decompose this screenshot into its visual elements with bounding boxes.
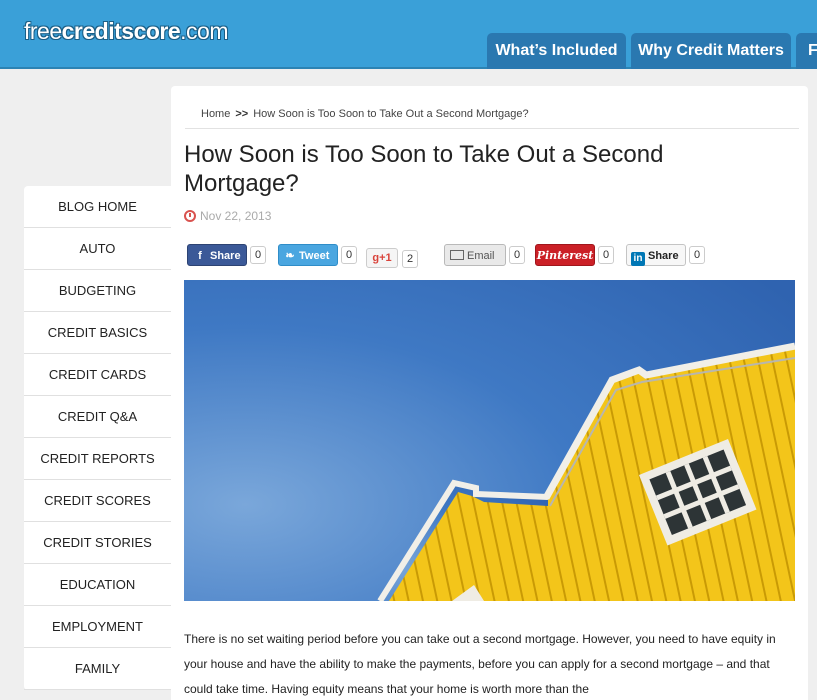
article-hero-image	[184, 280, 795, 601]
facebook-share-button[interactable]: f Share	[187, 244, 247, 266]
facebook-share-label: Share	[210, 250, 241, 262]
email-share-button[interactable]: Email	[444, 244, 506, 266]
sidebar-item-credit-cards[interactable]: CREDIT CARDS	[24, 354, 171, 396]
article-body: There is no set waiting period before yo…	[184, 632, 776, 696]
twitter-bird-icon: ❧	[285, 250, 295, 262]
breadcrumb-divider	[185, 128, 799, 129]
logo-part-creditscore: creditscore	[61, 18, 181, 44]
sidebar-item-credit-basics[interactable]: CREDIT BASICS	[24, 312, 171, 354]
linkedin-share-count: 0	[689, 246, 706, 264]
pinterest-button[interactable]: Pinterest	[535, 244, 595, 266]
logo-part-free: free	[24, 18, 62, 44]
email-share-label: Email	[467, 250, 495, 262]
sidebar-item-credit-scores[interactable]: CREDIT SCORES	[24, 480, 171, 522]
sidebar-item-blog-home[interactable]: BLOG HOME	[24, 186, 171, 228]
linkedin-share-button[interactable]: in Share	[626, 244, 686, 266]
facebook-icon: f	[198, 250, 202, 262]
nav-tab-why-credit-matters[interactable]: Why Credit Matters	[631, 33, 791, 69]
linkedin-icon: in	[631, 252, 645, 266]
yellow-house-photo	[184, 280, 795, 601]
sidebar-item-credit-stories[interactable]: CREDIT STORIES	[24, 522, 171, 564]
sidebar-item-credit-qa[interactable]: CREDIT Q&A	[24, 396, 171, 438]
twitter-tweet-button[interactable]: ❧ Tweet	[278, 244, 338, 266]
breadcrumb: Home >> How Soon is Too Soon to Take Out a…	[201, 108, 529, 120]
article-title: How Soon is Too Soon to Take Out a Secon…	[184, 141, 664, 197]
sidebar-item-employment[interactable]: EMPLOYMENT	[24, 606, 171, 648]
pinterest-count: 0	[598, 246, 615, 264]
googleplus-button[interactable]: g+1	[366, 248, 398, 268]
googleplus-count: 2	[402, 250, 419, 268]
breadcrumb-home-link[interactable]: Home	[201, 108, 230, 120]
article-date-text: Nov 22, 2013	[200, 209, 272, 223]
breadcrumb-current: How Soon is Too Soon to Take Out a Secon…	[253, 108, 529, 120]
sidebar-item-credit-reports[interactable]: CREDIT REPORTS	[24, 438, 171, 480]
envelope-icon	[450, 250, 464, 260]
category-sidebar: BLOG HOME AUTO BUDGETING CREDIT BASICS C…	[24, 186, 171, 690]
facebook-share-count: 0	[250, 246, 267, 264]
article-date: Nov 22, 2013	[184, 209, 271, 223]
sidebar-item-family[interactable]: FAMILY	[24, 648, 171, 690]
email-share-count: 0	[509, 246, 526, 264]
twitter-tweet-count: 0	[341, 246, 358, 264]
twitter-tweet-label: Tweet	[299, 250, 330, 262]
site-header: freecreditscore.com What’s Included Why …	[0, 0, 817, 69]
linkedin-share-label: Share	[648, 250, 679, 262]
breadcrumb-separator: >>	[235, 108, 249, 120]
sidebar-item-budgeting[interactable]: BUDGETING	[24, 270, 171, 312]
site-logo[interactable]: freecreditscore.com	[24, 18, 228, 45]
nav-tab-whats-included[interactable]: What’s Included	[487, 33, 626, 69]
clock-icon	[184, 210, 196, 222]
nav-tab-truncated[interactable]: F	[796, 33, 817, 69]
logo-part-tld: .com	[180, 18, 228, 44]
article-panel: Home >> How Soon is Too Soon to Take Out a…	[171, 86, 808, 700]
sidebar-item-education[interactable]: EDUCATION	[24, 564, 171, 606]
sidebar-item-auto[interactable]: AUTO	[24, 228, 171, 270]
